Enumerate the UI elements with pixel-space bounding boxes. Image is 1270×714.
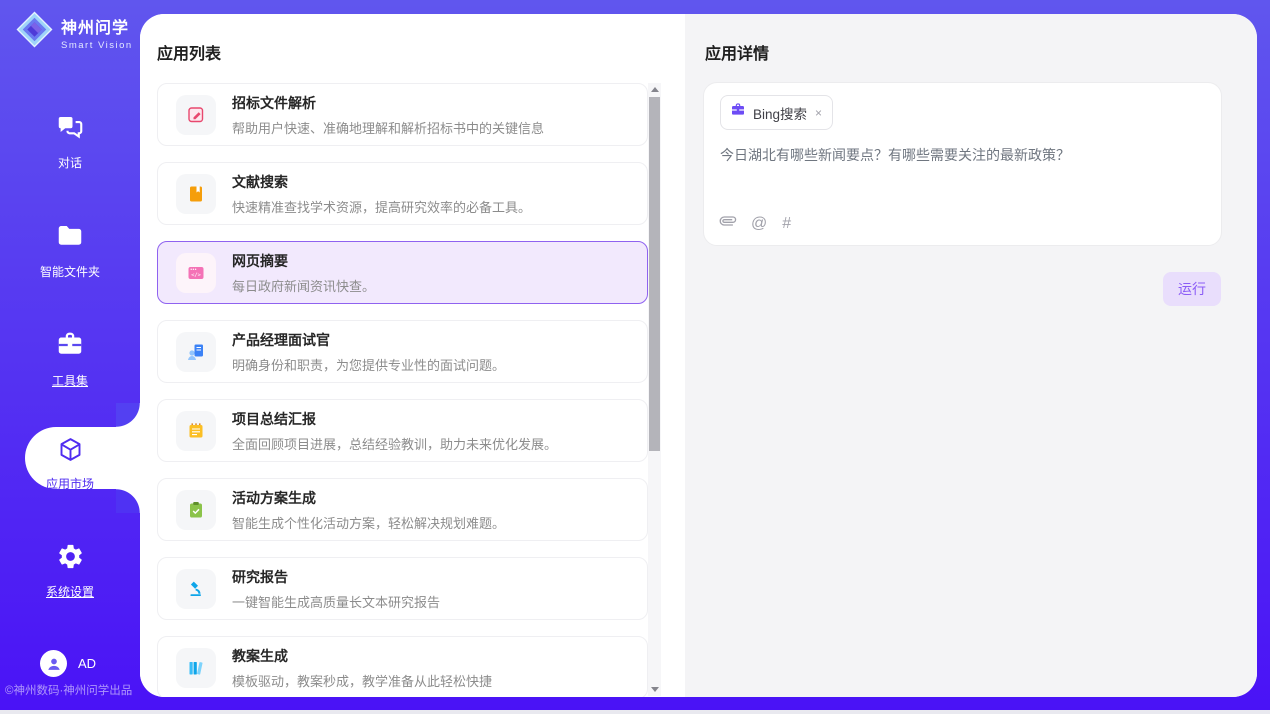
sidebar-item-settings[interactable]: 系统设置 [0,542,140,600]
books-icon [176,648,216,688]
sidebar-item-app-market[interactable]: 应用市场 [0,436,140,492]
app-list-panel: 应用列表 招标文件解析 帮助用户快速、准确地理解和解析招标书中的关键信息 [140,14,685,697]
scroll-down-arrow[interactable] [648,683,661,696]
app-card-web-summary[interactable]: </> 网页摘要 每日政府新闻资讯快查。 [157,241,648,304]
scrollbar-thumb[interactable] [649,97,660,451]
user-account[interactable]: AD [40,650,96,677]
app-card-desc: 模板驱动，教案秒成，教学准备从此轻松快捷 [232,671,492,690]
sidebar-item-label: 应用市场 [46,475,94,492]
app-card-tender-parse[interactable]: 招标文件解析 帮助用户快速、准确地理解和解析招标书中的关键信息 [157,83,648,146]
briefcase-icon [730,102,746,123]
sidebar-item-toolset[interactable]: 工具集 [0,330,140,389]
bottom-strip [0,710,1270,714]
scroll-up-arrow[interactable] [648,83,661,96]
avatar [40,650,67,677]
main-frame: 应用列表 招标文件解析 帮助用户快速、准确地理解和解析招标书中的关键信息 [140,14,1257,697]
app-list-title: 应用列表 [157,40,221,64]
app-card-lesson-plan[interactable]: 教案生成 模板驱动，教案秒成，教学准备从此轻松快捷 [157,636,648,697]
app-card-desc: 全面回顾项目进展，总结经验教训，助力未来优化发展。 [232,434,557,453]
at-mention-icon[interactable]: @ [751,215,767,233]
app-card-title: 活动方案生成 [232,488,505,508]
sidebar: 神州问学 Smart Vision 对话 智能文件夹 [0,0,140,714]
sidebar-item-label: 智能文件夹 [40,263,100,280]
interviewer-icon [176,332,216,372]
clipboard-check-icon [176,490,216,530]
prompt-card: Bing搜索 × 今日湖北有哪些新闻要点？有哪些需要关注的最新政策？ @ # [703,82,1222,246]
edit-document-icon [176,95,216,135]
app-card-project-summary[interactable]: 项目总结汇报 全面回顾项目进展，总结经验教训，助力未来优化发展。 [157,399,648,462]
svg-text:</>: </> [191,272,201,278]
app-card-pm-interviewer[interactable]: 产品经理面试官 明确身份和职责，为您提供专业性的面试问题。 [157,320,648,383]
app-card-literature-search[interactable]: 文献搜索 快速精准查找学术资源，提高研究效率的必备工具。 [157,162,648,225]
gear-icon [56,542,85,576]
sidebar-item-label: 系统设置 [46,583,94,600]
app-card-title: 项目总结汇报 [232,409,557,429]
app-card-list: 招标文件解析 帮助用户快速、准确地理解和解析招标书中的关键信息 文献搜索 快速精… [157,83,648,697]
tool-tag-label: Bing搜索 [753,103,807,123]
sidebar-item-smart-folder[interactable]: 智能文件夹 [0,221,140,280]
app-card-desc: 快速精准查找学术资源，提高研究效率的必备工具。 [232,197,531,216]
cube-icon [57,436,84,468]
app-card-title: 教案生成 [232,646,492,666]
folder-icon [55,221,85,256]
app-card-research-report[interactable]: 研究报告 一键智能生成高质量长文本研究报告 [157,557,648,620]
app-card-title: 研究报告 [232,567,440,587]
copyright-text: ©神州数码·神州问学出品 [5,682,140,698]
run-button[interactable]: 运行 [1163,272,1221,306]
sidebar-item-chat[interactable]: 对话 [0,112,140,171]
app-detail-title: 应用详情 [705,40,769,64]
tool-tag-bing-search[interactable]: Bing搜索 × [720,95,833,130]
app-card-desc: 帮助用户快速、准确地理解和解析招标书中的关键信息 [232,118,544,137]
logo-title: 神州问学 [61,14,133,38]
app-card-desc: 一键智能生成高质量长文本研究报告 [232,592,440,611]
webpage-code-icon: </> [176,253,216,293]
user-initials: AD [78,656,96,671]
microscope-icon [176,569,216,609]
app-card-title: 产品经理面试官 [232,330,505,350]
bubble-fillet-top [116,403,140,427]
attachment-toolbar: @ # [720,213,791,234]
paperclip-icon[interactable] [720,213,736,234]
app-detail-panel: 应用详情 Bing搜索 × 今日湖北有哪些新闻要点？有哪些需要关注的最新政策？ [685,14,1257,697]
query-input-text[interactable]: 今日湖北有哪些新闻要点？有哪些需要关注的最新政策？ [720,145,1200,166]
app-card-event-plan[interactable]: 活动方案生成 智能生成个性化活动方案，轻松解决规划难题。 [157,478,648,541]
sidebar-item-label: 工具集 [52,372,88,389]
app-card-desc: 每日政府新闻资讯快查。 [232,276,375,295]
hash-icon[interactable]: # [782,215,791,233]
close-icon[interactable]: × [814,106,823,120]
diamond-logo-icon [16,11,53,53]
chat-icon [55,112,85,147]
sidebar-item-label: 对话 [58,154,82,171]
app-card-desc: 智能生成个性化活动方案，轻松解决规划难题。 [232,513,505,532]
app-card-title: 网页摘要 [232,251,375,271]
app-card-title: 招标文件解析 [232,93,544,113]
report-note-icon [176,411,216,451]
book-icon [176,174,216,214]
list-scrollbar[interactable] [648,83,661,696]
bubble-fillet-bottom [116,489,140,513]
toolbox-icon [55,330,85,365]
app-card-desc: 明确身份和职责，为您提供专业性的面试问题。 [232,355,505,374]
app-logo: 神州问学 Smart Vision [16,11,133,53]
app-card-title: 文献搜索 [232,172,531,192]
logo-subtitle: Smart Vision [61,40,133,51]
